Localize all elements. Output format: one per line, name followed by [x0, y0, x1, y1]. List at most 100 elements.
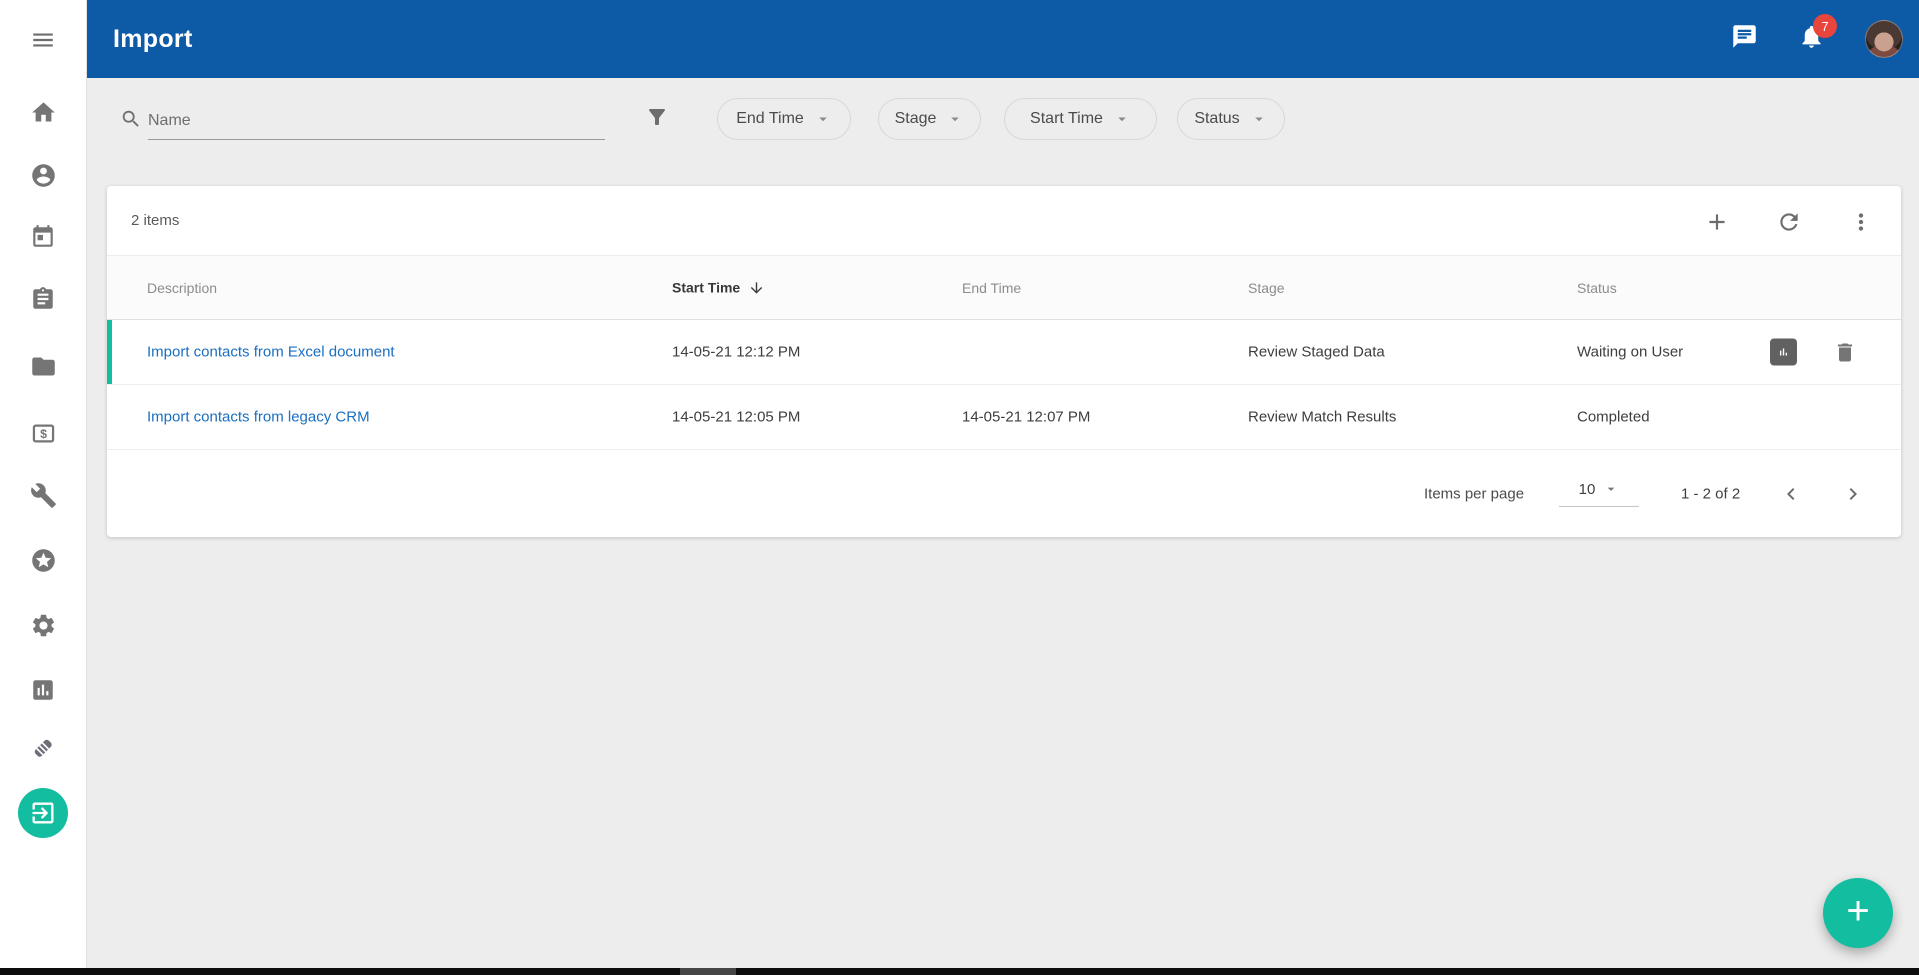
table-header-row: Description Start Time End Time Stage St… — [107, 256, 1901, 320]
row-description-link[interactable]: Import contacts from legacy CRM — [147, 409, 370, 426]
page-size-select[interactable]: 10 — [1559, 472, 1639, 506]
app-bar: Import 7 — [87, 0, 1919, 78]
chat-icon — [1731, 23, 1758, 55]
plus-icon: + — [1846, 891, 1869, 931]
sidebar-item-billing[interactable]: $ — [19, 409, 67, 457]
filter-button[interactable] — [645, 105, 669, 134]
home-icon — [30, 99, 57, 126]
folder-icon — [30, 353, 57, 380]
items-per-page-label: Items per page — [1424, 485, 1524, 502]
row-start-time: 14-05-21 12:05 PM — [672, 409, 800, 426]
dollar-card-icon: $ — [30, 420, 57, 447]
gear-icon — [30, 612, 57, 639]
column-header-description[interactable]: Description — [147, 280, 217, 296]
notification-badge: 7 — [1813, 14, 1837, 38]
trash-icon — [1833, 340, 1857, 364]
hamburger-icon — [30, 27, 56, 53]
notifications-button[interactable]: 7 — [1798, 23, 1825, 55]
page-size-value: 10 — [1579, 480, 1596, 497]
calendar-icon — [30, 224, 56, 250]
card-toolbar: 2 items — [107, 186, 1901, 256]
avatar[interactable] — [1865, 20, 1903, 58]
table-row[interactable]: Import contacts from legacy CRM 14-05-21… — [107, 385, 1901, 450]
sidebar-item-calendar[interactable] — [19, 213, 67, 261]
column-header-start-time[interactable]: Start Time — [672, 279, 765, 296]
import-list-card: 2 items De — [107, 186, 1901, 537]
kebab-icon — [1848, 209, 1874, 240]
items-count: 2 items — [131, 212, 179, 229]
row-description-link[interactable]: Import contacts from Excel document — [147, 344, 395, 361]
svg-text:$: $ — [40, 427, 47, 441]
horizontal-scrollbar[interactable] — [0, 968, 1919, 975]
filter-chip-stage[interactable]: Stage — [878, 98, 981, 140]
chevron-down-icon — [946, 110, 964, 128]
sidebar-item-settings[interactable] — [19, 601, 67, 649]
column-header-end-time[interactable]: End Time — [962, 280, 1021, 296]
sort-desc-icon — [748, 279, 765, 296]
screen: $ — [0, 0, 1919, 975]
selected-row-indicator — [107, 320, 112, 384]
chat-button[interactable] — [1731, 23, 1758, 55]
next-page-button[interactable] — [1841, 482, 1865, 506]
sidebar-item-favorites[interactable] — [19, 536, 67, 584]
refresh-button[interactable] — [1776, 209, 1802, 240]
chevron-down-icon — [814, 110, 832, 128]
row-status: Completed — [1577, 409, 1650, 426]
bar-chart-icon — [30, 677, 56, 703]
sidebar-item-import-active[interactable] — [18, 788, 68, 838]
chip-label: Stage — [895, 110, 937, 128]
sidebar: $ — [0, 0, 87, 975]
filter-chip-end-time[interactable]: End Time — [717, 98, 851, 140]
table-row[interactable]: Import contacts from Excel document 14-0… — [107, 320, 1901, 385]
row-start-time: 14-05-21 12:12 PM — [672, 344, 800, 361]
appbar-actions: 7 — [1731, 0, 1903, 78]
funnel-icon — [645, 116, 669, 133]
chevron-down-icon — [1603, 481, 1619, 497]
fab-add-import[interactable]: + — [1823, 878, 1893, 948]
sidebar-item-partners[interactable] — [19, 724, 67, 772]
chevron-right-icon — [1841, 482, 1865, 506]
chip-label: Start Time — [1030, 110, 1103, 128]
pagination-bar: Items per page 10 1 - 2 of 2 — [107, 450, 1901, 537]
search-input[interactable] — [148, 102, 605, 140]
add-button[interactable] — [1704, 209, 1730, 240]
row-actions — [1770, 339, 1857, 366]
exit-to-app-icon — [29, 799, 57, 827]
sidebar-item-contacts[interactable] — [19, 151, 67, 199]
scrollbar-thumb[interactable] — [680, 968, 736, 975]
chevron-down-icon — [1113, 110, 1131, 128]
results-chart-icon — [1775, 344, 1792, 361]
sidebar-item-documents[interactable] — [19, 342, 67, 390]
sidebar-item-reports[interactable] — [19, 666, 67, 714]
previous-page-button[interactable] — [1779, 482, 1803, 506]
search-icon — [120, 108, 142, 135]
sidebar-item-home[interactable] — [19, 88, 67, 136]
chip-label: Status — [1194, 110, 1239, 128]
refresh-icon — [1776, 209, 1802, 240]
row-stage: Review Match Results — [1248, 409, 1396, 426]
sidebar-item-tasks[interactable] — [19, 275, 67, 323]
toolbar-icons — [1704, 209, 1874, 240]
filter-chip-start-time[interactable]: Start Time — [1004, 98, 1157, 140]
column-header-label: Start Time — [672, 280, 740, 296]
row-end-time: 14-05-21 12:07 PM — [962, 409, 1090, 426]
wrench-icon — [30, 482, 57, 509]
chip-label: End Time — [736, 110, 804, 128]
pagination-range: 1 - 2 of 2 — [1681, 485, 1740, 502]
person-icon — [30, 162, 57, 189]
plus-icon — [1704, 209, 1730, 240]
view-results-button[interactable] — [1770, 339, 1797, 366]
column-header-stage[interactable]: Stage — [1248, 280, 1285, 296]
chevron-down-icon — [1250, 110, 1268, 128]
sidebar-item-tools[interactable] — [19, 471, 67, 519]
star-circle-icon — [30, 547, 57, 574]
menu-button[interactable] — [19, 16, 67, 64]
filter-chip-status[interactable]: Status — [1177, 98, 1285, 140]
chevron-left-icon — [1779, 482, 1803, 506]
handshake-icon — [29, 734, 57, 762]
row-status: Waiting on User — [1577, 344, 1683, 361]
clipboard-icon — [30, 286, 56, 312]
delete-button[interactable] — [1833, 340, 1857, 364]
column-header-status[interactable]: Status — [1577, 280, 1617, 296]
more-options-button[interactable] — [1848, 209, 1874, 240]
